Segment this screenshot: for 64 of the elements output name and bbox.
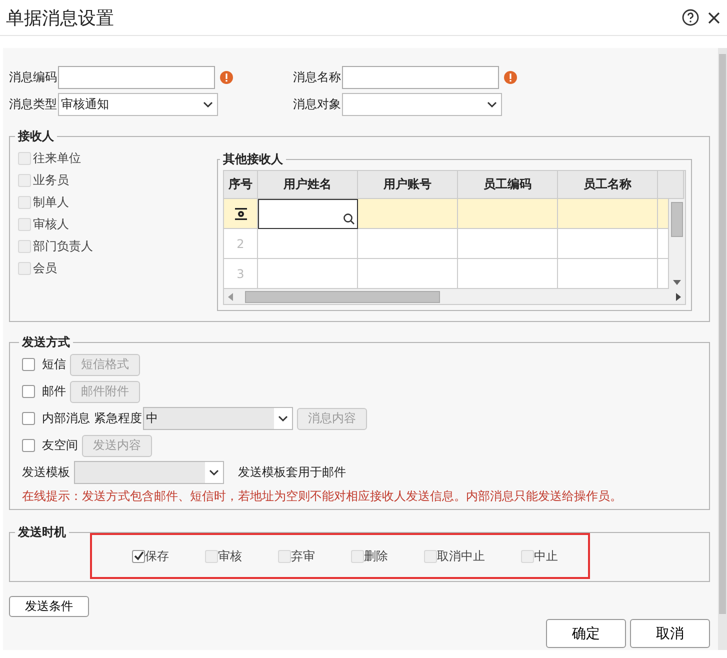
window-title: 单据消息设置	[6, 6, 115, 30]
field-label: 消息类型	[9, 96, 57, 113]
scroll-right-icon[interactable]	[676, 292, 681, 300]
group-title: 接收人	[16, 128, 55, 145]
scrollbar[interactable]	[669, 199, 685, 289]
checkbox-label: 部门负责人	[33, 238, 93, 254]
dialog-button[interactable]: 确定	[546, 619, 626, 648]
gear-icon[interactable]	[234, 206, 248, 220]
field-label: 发送模板	[22, 464, 70, 481]
template-note: 发送模板套用于邮件	[238, 464, 346, 481]
caret-icon	[274, 408, 292, 429]
checkbox-label: 内部消息	[42, 410, 90, 427]
field-label: 消息名称	[293, 69, 341, 86]
checkbox-label: 友空间	[42, 437, 78, 454]
checkbox-label: 删除	[364, 548, 388, 564]
dropdown[interactable]: 审核通知	[58, 93, 218, 116]
checkbox-label: 制单人	[33, 194, 69, 210]
urgency-dropdown[interactable]: 中	[143, 407, 293, 430]
checkbox-label: 中止	[534, 548, 558, 564]
checkbox-label: 往来单位	[33, 150, 81, 166]
checkbox-label: 保存	[145, 548, 169, 564]
group-title: 发送时机	[16, 524, 67, 541]
dialog-button[interactable]: 取消	[630, 619, 710, 648]
scroll-thumb[interactable]	[719, 54, 726, 614]
checkbox[interactable]	[22, 439, 35, 452]
text-field[interactable]	[342, 66, 499, 89]
checkbox-label: 审核人	[33, 216, 69, 232]
search-icon[interactable]	[343, 213, 355, 225]
checkbox-label: 审核	[218, 548, 242, 564]
help-icon[interactable]	[682, 9, 699, 26]
close-icon[interactable]	[707, 10, 721, 24]
table-cell	[658, 259, 669, 289]
checkbox-label: 邮件	[42, 383, 66, 400]
table-cell	[658, 229, 669, 259]
checkbox-label: 会员	[33, 260, 57, 276]
caret-icon	[205, 462, 223, 483]
checkbox[interactable]	[22, 358, 35, 371]
group-title: 其他接收人	[222, 151, 284, 168]
row-number: 3	[224, 259, 258, 289]
condition-button[interactable]: 发送条件	[9, 596, 89, 617]
field-label: 紧急程度	[94, 410, 142, 427]
name-input[interactable]	[258, 199, 358, 229]
checkbox[interactable]	[132, 550, 145, 562]
scrollbar[interactable]	[224, 289, 685, 304]
field-label: 消息编码	[9, 69, 57, 86]
checkbox-label: 业务员	[33, 172, 69, 188]
checkbox-label: 弃审	[291, 548, 315, 564]
text-field[interactable]	[58, 66, 215, 89]
group-title: 发送方式	[20, 334, 71, 351]
hint-text: 在线提示：发送方式包含邮件、短信时，若地址为空则不能对相应接收人发送信息。内部消息只能发送给操作员。	[22, 488, 623, 505]
field-label: 消息对象	[293, 96, 341, 113]
scroll-thumb[interactable]	[671, 202, 683, 236]
checkbox[interactable]	[22, 412, 35, 425]
row-number: 2	[224, 229, 258, 259]
table-cell	[658, 199, 669, 229]
scrollbar[interactable]	[718, 48, 727, 650]
dropdown[interactable]	[342, 93, 502, 116]
scroll-thumb[interactable]	[245, 290, 440, 302]
checkbox-label: 短信	[42, 356, 66, 373]
scroll-left-icon[interactable]	[228, 292, 233, 300]
template-dropdown[interactable]	[74, 461, 224, 484]
scroll-down-icon[interactable]	[673, 280, 681, 285]
checkbox-label: 取消中止	[437, 548, 485, 564]
checkbox[interactable]	[22, 385, 35, 398]
